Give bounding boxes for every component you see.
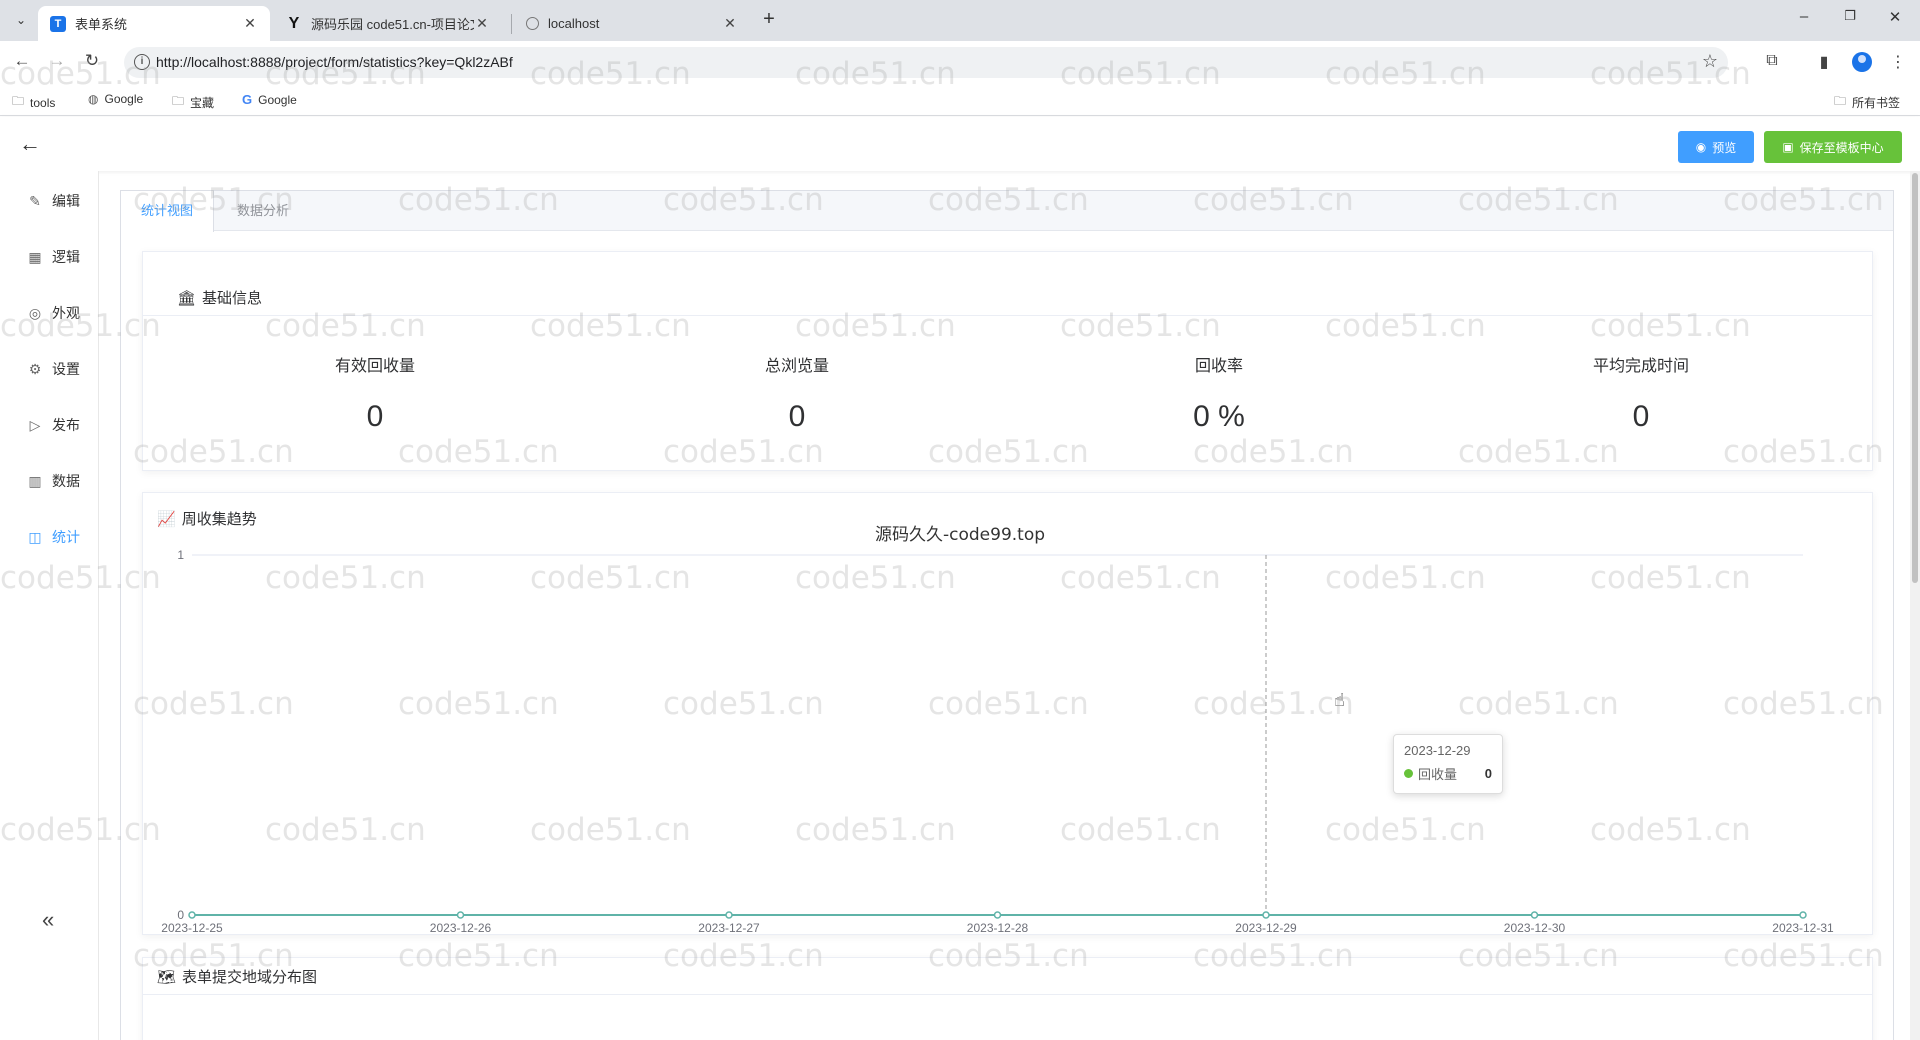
data-point [1262,911,1270,919]
x-tick-label: 2023-12-27 [698,921,760,935]
page-scrollbar[interactable] [1910,171,1920,1040]
x-tick-label: 2023-12-25 [161,921,223,935]
mouse-cursor-icon: ☝ [1334,690,1345,710]
y-tick-label: 0 [177,908,184,922]
data-point [1799,911,1807,919]
series-dot-icon [1404,769,1413,778]
tooltip-row: 回收量 0 [1404,764,1492,783]
x-tick-label: 2023-12-31 [1772,921,1834,935]
x-tick-label: 2023-12-28 [967,921,1029,935]
scrollbar-thumb[interactable] [1912,173,1918,583]
data-point [1530,911,1539,919]
y-tick-label: 1 [177,548,184,562]
data-point [456,911,465,919]
tooltip-value: 0 [1484,766,1492,781]
data-point [188,911,196,919]
tooltip-date: 2023-12-29 [1404,743,1471,758]
data-point [993,911,1002,919]
chart-tooltip: 2023-12-29 回收量 0 [1393,734,1503,794]
center-watermark-text: 源码久久-code99.top [875,525,1046,545]
x-tick-label: 2023-12-29 [1235,921,1297,935]
tooltip-series: 回收量 [1418,767,1458,782]
x-tick-label: 2023-12-30 [1504,921,1566,935]
x-tick-label: 2023-12-26 [430,921,492,935]
data-point [725,911,733,919]
